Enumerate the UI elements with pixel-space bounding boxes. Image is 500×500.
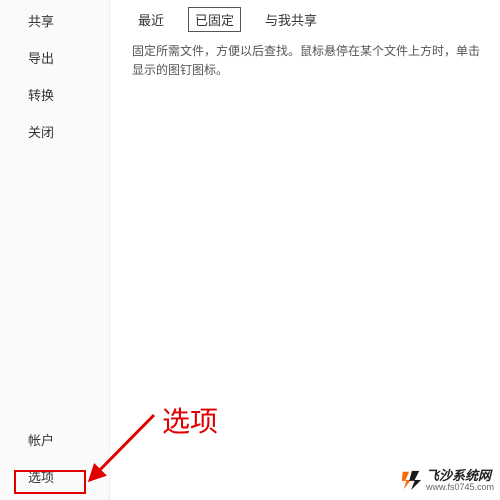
sidebar-item-export[interactable]: 导出 <box>0 39 109 76</box>
tabs-row: 最近 已固定 与我共享 <box>132 5 480 32</box>
watermark-logo-icon <box>400 469 422 491</box>
tab-label: 最近 <box>138 13 164 28</box>
tab-recent[interactable]: 最近 <box>132 7 170 32</box>
sidebar-item-label: 关闭 <box>28 125 54 140</box>
tab-label: 已固定 <box>195 13 234 28</box>
sidebar-bottom-group: 帐户 选项 <box>0 421 109 500</box>
tab-pinned[interactable]: 已固定 <box>188 7 241 32</box>
watermark-title: 飞沙系统网 <box>426 469 494 483</box>
sidebar: 共享 导出 转换 关闭 帐户 选项 <box>0 0 110 500</box>
sidebar-top-group: 共享 导出 转换 关闭 <box>0 2 109 150</box>
sidebar-item-label: 共享 <box>28 14 54 29</box>
sidebar-item-label: 导出 <box>28 51 54 66</box>
sidebar-item-account[interactable]: 帐户 <box>0 421 109 458</box>
sidebar-item-convert[interactable]: 转换 <box>0 76 109 113</box>
sidebar-item-label: 帐户 <box>28 433 54 448</box>
sidebar-item-share[interactable]: 共享 <box>0 2 109 39</box>
pinned-hint-text: 固定所需文件，方便以后查找。鼠标悬停在某个文件上方时，单击显示的图钉图标。 <box>132 42 480 80</box>
main-panel: 最近 已固定 与我共享 固定所需文件，方便以后查找。鼠标悬停在某个文件上方时，单… <box>110 0 500 500</box>
sidebar-item-label: 转换 <box>28 88 54 103</box>
watermark-url: www.fs0745.com <box>426 483 494 492</box>
watermark: 飞沙系统网 www.fs0745.com <box>400 469 494 492</box>
sidebar-item-label: 选项 <box>28 470 54 485</box>
sidebar-item-options[interactable]: 选项 <box>0 458 109 495</box>
tab-shared-with-me[interactable]: 与我共享 <box>259 7 323 32</box>
tab-label: 与我共享 <box>265 13 317 28</box>
watermark-text: 飞沙系统网 www.fs0745.com <box>426 469 494 492</box>
sidebar-item-close[interactable]: 关闭 <box>0 113 109 150</box>
